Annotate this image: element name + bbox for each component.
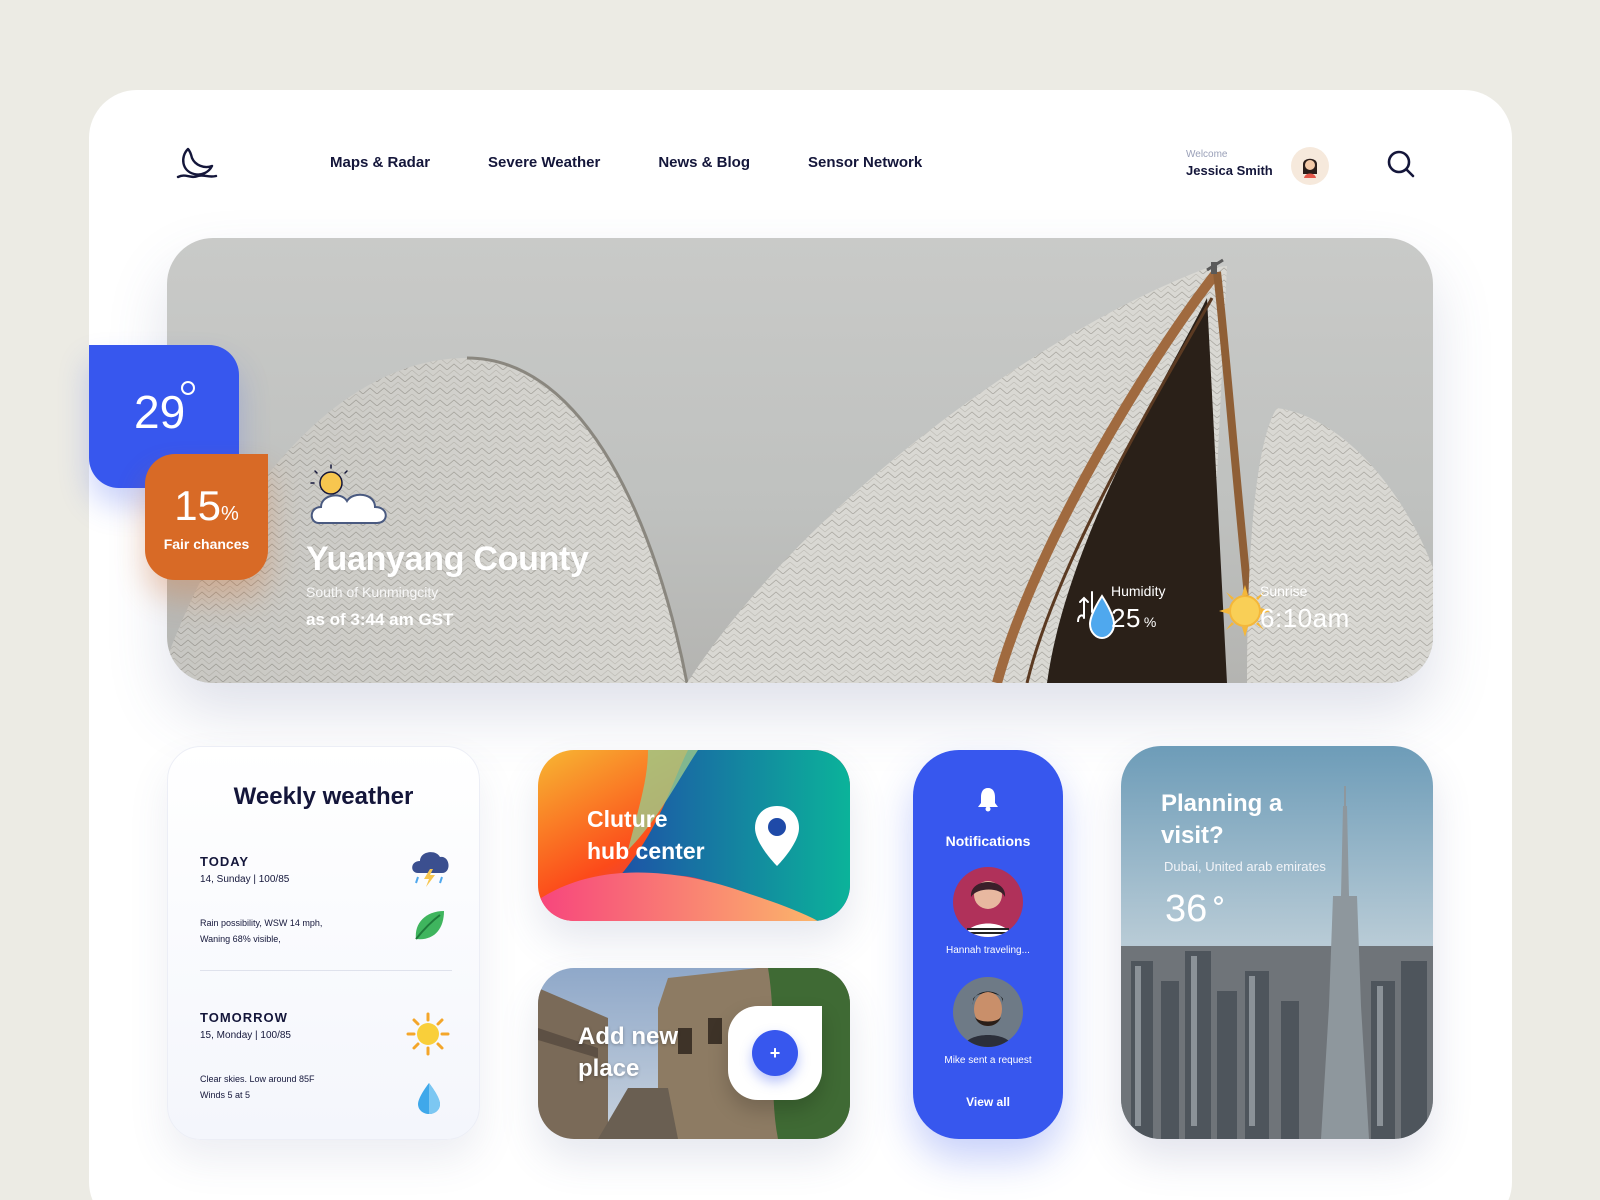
chance-value: 15% (174, 482, 239, 529)
bell-icon[interactable] (977, 786, 999, 812)
location-pin-icon (755, 806, 799, 866)
day-name: TOMORROW (200, 1010, 288, 1025)
chance-card: 15% Fair chances (145, 454, 268, 580)
sunrise-value: 6:10am (1260, 603, 1350, 633)
notification-message: Hannah traveling... (946, 945, 1030, 956)
nav-severe-weather[interactable]: Severe Weather (488, 154, 600, 171)
view-all-link[interactable]: View all (913, 1095, 1063, 1109)
moon-logo-icon[interactable] (176, 145, 218, 181)
mike-avatar-image (953, 977, 1023, 1047)
user-name: Jessica Smith (1186, 163, 1273, 178)
day-date: 15, Monday | 100/85 (200, 1030, 291, 1041)
search-icon[interactable] (1386, 149, 1416, 179)
avatar (953, 867, 1023, 937)
water-drop-icon (418, 1083, 440, 1114)
notification-item[interactable]: Hannah traveling... (913, 867, 1063, 956)
temperature-value: 29 (134, 386, 186, 438)
humidity-value: 25% (1111, 603, 1157, 633)
degree-symbol (1214, 896, 1223, 905)
avatar (953, 977, 1023, 1047)
day-today: TODAY 14, Sunday | 100/85 Rain possibili… (200, 854, 322, 947)
user-avatar[interactable] (1291, 147, 1329, 185)
hero-banner: Yuanyang County South of Kunmingcity as … (167, 238, 1433, 683)
location-title: Yuanyang County (306, 540, 589, 578)
culture-hub-card[interactable]: Cluture hub center (538, 750, 850, 921)
day-date: 14, Sunday | 100/85 (200, 874, 290, 885)
thunderstorm-icon (412, 852, 449, 887)
chance-label: Fair chances (163, 536, 250, 552)
welcome-label: Welcome (1186, 149, 1228, 160)
user-greeting: Welcome Jessica Smith (1186, 149, 1273, 178)
nav-maps-radar[interactable]: Maps & Radar (330, 154, 430, 171)
location-subtitle: South of Kunmingcity (306, 584, 439, 600)
weekly-title: Weekly weather (233, 783, 414, 810)
day-desc-1: Rain possibility, WSW 14 mph, (200, 918, 323, 928)
notification-item[interactable]: Mike sent a request (913, 977, 1063, 1066)
day-desc-2: Waning 68% visible, (200, 934, 281, 944)
sun-icon (406, 1012, 450, 1056)
add-place-tile: + (728, 1006, 822, 1100)
day-desc-1: Clear skies. Low around 85F (200, 1074, 315, 1084)
weekly-divider (200, 970, 452, 971)
add-place-button[interactable]: + (752, 1030, 798, 1076)
nav-sensor-network[interactable]: Sensor Network (808, 154, 922, 171)
degree-symbol (181, 381, 195, 395)
user-avatar-icon (1303, 158, 1317, 178)
main-nav: Maps & Radar Severe Weather News & Blog … (330, 154, 980, 171)
humidity-label: Humidity (1111, 583, 1166, 599)
culture-hub-label: Cluture hub center (587, 806, 705, 864)
as-of-time: as of 3:44 am GST (306, 610, 454, 629)
planning-title: Planning a visit? (1161, 790, 1283, 849)
sunrise-label: Sunrise (1260, 583, 1308, 599)
notification-message: Mike sent a request (944, 1055, 1032, 1066)
weekly-weather-card: Weekly weather TODAY 14, Sunday | 100/85… (167, 746, 480, 1140)
day-name: TODAY (200, 854, 250, 869)
planning-temperature: 36 (1165, 888, 1208, 930)
planning-location: Dubai, United arab emirates (1164, 859, 1326, 874)
day-tomorrow: TOMORROW 15, Monday | 100/85 Clear skies… (200, 1010, 315, 1103)
add-place-card: Add new place + (538, 968, 850, 1139)
day-desc-2: Winds 5 at 5 (200, 1090, 251, 1100)
leaf-icon (415, 911, 444, 940)
hannah-avatar-image (953, 867, 1023, 937)
nav-news-blog[interactable]: News & Blog (658, 154, 750, 171)
humidity-stat: Humidity 25% (1111, 583, 1165, 634)
add-place-label: Add new place (578, 1023, 678, 1082)
notifications-title: Notifications (945, 833, 1031, 849)
notifications-card: Notifications Hannah traveling... Mike s… (913, 750, 1063, 1139)
planning-visit-card[interactable]: Planning a visit? Dubai, United arab emi… (1121, 746, 1433, 1139)
sunrise-stat: Sunrise 6:10am (1260, 583, 1350, 634)
partly-cloudy-icon (310, 464, 387, 524)
